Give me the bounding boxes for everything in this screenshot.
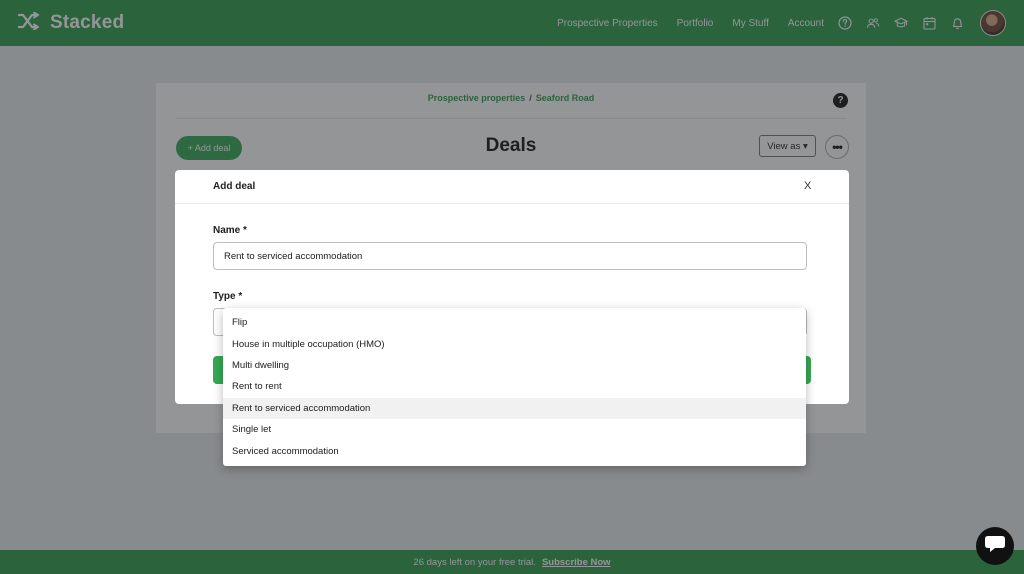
type-option-flip[interactable]: Flip — [223, 312, 806, 333]
modal-title: Add deal — [213, 181, 256, 192]
type-label: Type * — [213, 291, 243, 302]
chat-launcher-button[interactable] — [976, 527, 1014, 565]
type-option-serviced-accommodation[interactable]: Serviced accommodation — [223, 440, 806, 461]
type-option-rent-to-serviced-accommodation[interactable]: Rent to serviced accommodation — [223, 397, 806, 419]
type-option-hmo[interactable]: House in multiple occupation (HMO) — [223, 333, 806, 354]
modal-divider — [175, 203, 849, 204]
type-option-rent-to-rent[interactable]: Rent to rent — [223, 376, 806, 397]
type-option-multi-dwelling[interactable]: Multi dwelling — [223, 355, 806, 376]
name-input[interactable] — [213, 242, 807, 270]
type-dropdown-list: Flip House in multiple occupation (HMO) … — [223, 308, 806, 466]
modal-close-button[interactable]: X — [804, 180, 811, 192]
name-label: Name * — [213, 225, 247, 236]
type-option-single-let[interactable]: Single let — [223, 419, 806, 440]
chat-bubble-icon — [984, 534, 1006, 559]
